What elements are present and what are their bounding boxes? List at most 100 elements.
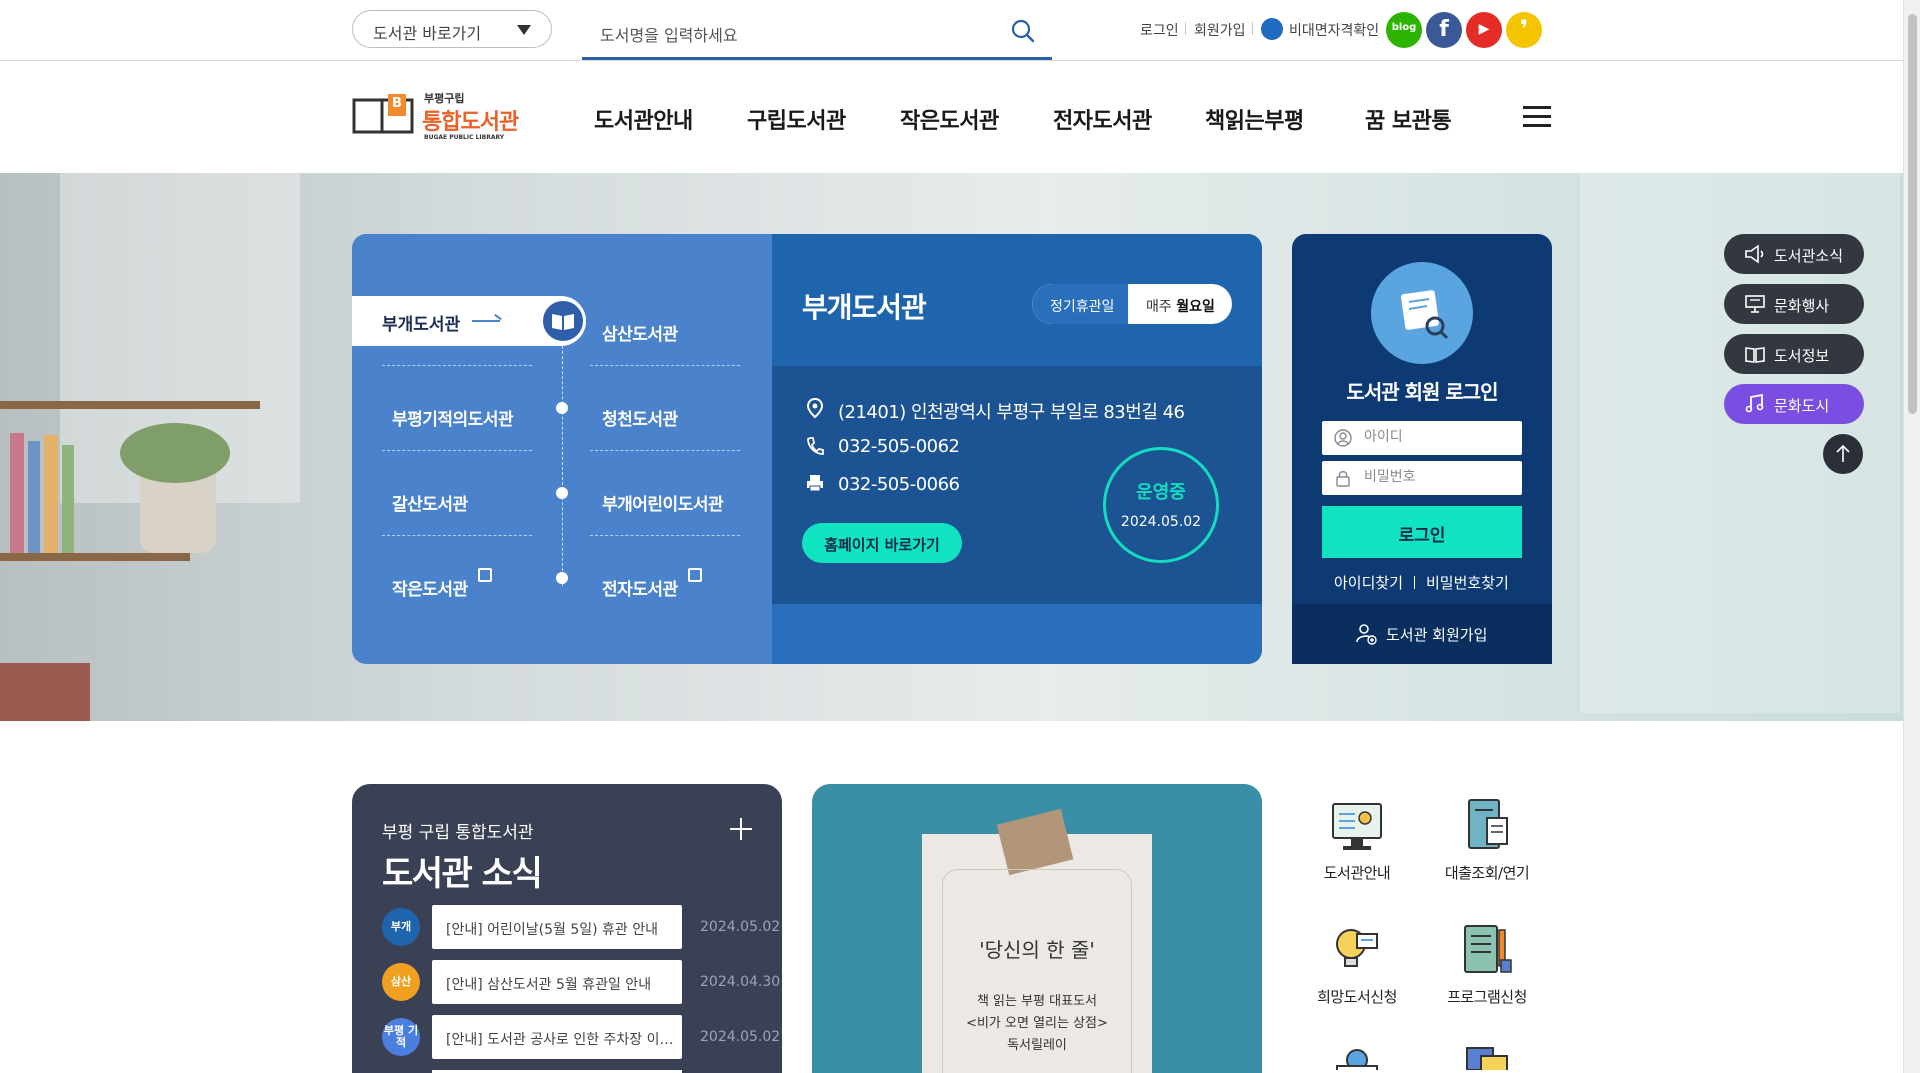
- library-shortcut-label: 도서관 바로가기: [373, 24, 482, 43]
- external-link-icon: [478, 568, 492, 582]
- find-password-link[interactable]: 비밀번호찾기: [1426, 572, 1509, 593]
- library-item-e-library[interactable]: 전자도서관: [602, 575, 678, 600]
- facebook-label: f: [1439, 17, 1449, 42]
- banner-line: <비가 오면 열리는 상점>: [966, 1016, 1108, 1031]
- news-item[interactable]: [안내] 어린이날(5월 5일) 휴관 안내: [432, 905, 682, 949]
- nav-district-libraries[interactable]: 구립도서관: [747, 103, 846, 135]
- blog-label: blog: [1391, 22, 1417, 33]
- news-badge: 부개: [382, 908, 420, 946]
- operating-status: 운영중 2024.05.02: [1103, 447, 1219, 563]
- member-join-label: 도서관 회원가입: [1386, 626, 1488, 644]
- news-badge: 삼산: [382, 963, 420, 1001]
- member-card-icon: [1371, 262, 1473, 364]
- library-fax: 032-505-0066: [838, 474, 960, 495]
- nav-reading-bupyeong[interactable]: 책읽는부평: [1205, 103, 1304, 135]
- nav-small-libraries[interactable]: 작은도서관: [900, 103, 999, 135]
- divider: [382, 365, 532, 366]
- page-scrollbar[interactable]: [1903, 0, 1920, 1073]
- quick-culture-city[interactable]: 문화도시: [1724, 384, 1864, 424]
- login-password-input[interactable]: [1364, 469, 1514, 485]
- divider: [590, 365, 740, 366]
- hero-background: [0, 663, 90, 721]
- clipboard-icon: [1464, 925, 1512, 973]
- nav-dream-box[interactable]: 꿈 보관통: [1365, 103, 1452, 135]
- login-password-field: [1322, 461, 1522, 495]
- divider: [590, 450, 740, 451]
- plus-icon[interactable]: [730, 818, 752, 840]
- library-item-small[interactable]: 작은도서관: [392, 575, 468, 600]
- hero-background: [44, 435, 58, 553]
- quick-cultural-events[interactable]: 문화행사: [1724, 284, 1864, 324]
- hero-background: [10, 433, 24, 553]
- library-item-cheongcheon[interactable]: 청천도서관: [602, 405, 678, 430]
- library-address: (21401) 인천광역시 부평구 부일로 83번길 46: [838, 402, 1185, 423]
- fax-icon: [807, 475, 823, 492]
- login-id-input[interactable]: [1364, 429, 1514, 445]
- blog-icon[interactable]: blog: [1386, 12, 1422, 48]
- quick-library-news[interactable]: 도서관소식: [1724, 234, 1864, 274]
- nav-library-guide[interactable]: 도서관안내: [594, 103, 693, 135]
- caret-down-icon: [517, 25, 531, 35]
- event-banner[interactable]: '당신의 한 줄' 책 읽는 부평 대표도서 <비가 오면 열리는 상점> 독서…: [812, 784, 1262, 1073]
- dot-marker: [556, 487, 568, 499]
- login-title: 도서관 회원 로그인: [1346, 380, 1498, 404]
- phone-icon: [807, 437, 824, 455]
- user-add-icon: [1356, 624, 1377, 645]
- divider: [1252, 22, 1253, 35]
- closed-day-badge: 정기휴관일 매주 월요일: [1032, 284, 1232, 324]
- hero-background: [0, 401, 260, 409]
- closed-day-name: 월요일: [1176, 299, 1215, 315]
- library-item-galsan[interactable]: 갈산도서관: [392, 490, 468, 515]
- library-shortcut-select[interactable]: 도서관 바로가기: [352, 10, 552, 48]
- news-item[interactable]: [안내] 삼산도서관 5월 휴관일 안내: [432, 960, 682, 1004]
- library-item-samsan[interactable]: 삼산도서관: [602, 320, 678, 345]
- service-next[interactable]: [1302, 1040, 1412, 1070]
- service-label: 도서관안내: [1323, 864, 1391, 882]
- noncontact-verify-icon[interactable]: [1261, 18, 1283, 40]
- noncontact-verify-link[interactable]: 비대면자격확인: [1289, 20, 1379, 40]
- search-input[interactable]: [600, 22, 980, 48]
- menu-icon[interactable]: [1523, 106, 1551, 128]
- youtube-label: ▶: [1478, 21, 1490, 37]
- news-subtitle: 부평 구립 통합도서관: [382, 823, 534, 843]
- user-icon: [1334, 429, 1352, 447]
- youtube-icon[interactable]: ▶: [1466, 12, 1502, 48]
- language-icon: [1466, 1047, 1508, 1070]
- library-item-bupyeong-miracle[interactable]: 부평기적의도서관: [392, 405, 514, 430]
- closed-day-value: 매주 월요일: [1146, 296, 1215, 316]
- kakao-story-icon[interactable]: ❜: [1506, 12, 1542, 48]
- member-join-bar[interactable]: 도서관 회원가입: [1292, 604, 1552, 664]
- monitor-info-icon: [1332, 803, 1382, 850]
- facebook-icon[interactable]: f: [1426, 12, 1462, 48]
- service-next[interactable]: [1432, 1040, 1542, 1070]
- logo-main-text: 통합도서관: [422, 110, 519, 135]
- status-date: 2024.05.02: [1120, 514, 1202, 530]
- quick-label: 도서관소식: [1774, 247, 1844, 265]
- library-title: 부개도서관: [802, 291, 927, 324]
- news-item[interactable]: [안내] 도서관 공사로 인한 주차장 이용 안내: [432, 1015, 682, 1059]
- service-label: 프로그램신청: [1447, 988, 1527, 1006]
- search-icon[interactable]: [1008, 16, 1038, 46]
- news-date: 2024.04.30: [700, 974, 781, 990]
- library-item-bugae-children[interactable]: 부개어린이도서관: [602, 490, 724, 515]
- divider: [1414, 576, 1415, 589]
- divider: [562, 346, 563, 586]
- lock-icon: [1336, 471, 1350, 487]
- login-button[interactable]: 로그인: [1322, 506, 1522, 558]
- nav-e-library[interactable]: 전자도서관: [1053, 103, 1152, 135]
- library-item-label: 부개도서관: [382, 315, 461, 335]
- find-id-link[interactable]: 아이디찾기: [1334, 572, 1403, 593]
- banner-line: 책 읽는 부평 대표도서: [976, 994, 1098, 1009]
- homepage-button[interactable]: 홈페이지 바로가기: [802, 523, 962, 563]
- signup-link[interactable]: 회원가입: [1194, 20, 1246, 40]
- site-logo[interactable]: B 부평구립 통합도서관 BUGAE PUBLIC LIBRARY: [352, 90, 532, 146]
- login-link[interactable]: 로그인: [1140, 20, 1179, 40]
- scroll-to-top-button[interactable]: [1823, 434, 1863, 474]
- banner-quote: '당신의 한 줄': [979, 938, 1095, 962]
- divider: [1185, 22, 1186, 35]
- logo-badge: B: [392, 96, 402, 111]
- news-date: 2024.05.02: [700, 919, 781, 935]
- scrollbar-thumb[interactable]: [1908, 14, 1917, 414]
- quick-book-info[interactable]: 도서정보: [1724, 334, 1864, 374]
- search-box: [582, 10, 1052, 60]
